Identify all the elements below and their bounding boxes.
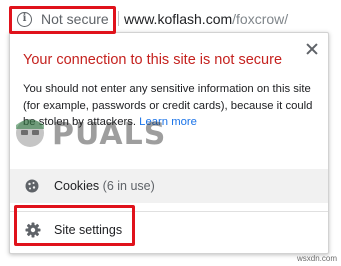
cookies-text: Cookies xyxy=(54,179,100,193)
url-path: /foxcrow/ xyxy=(232,11,289,27)
cookies-row[interactable]: Cookies (6 in use) xyxy=(10,169,328,203)
cookie-icon xyxy=(25,179,39,193)
cookies-count: (6 in use) xyxy=(102,179,155,193)
close-icon[interactable] xyxy=(305,42,319,56)
cookies-label: Cookies (6 in use) xyxy=(54,179,155,193)
chip-divider xyxy=(118,11,119,26)
highlight-box-site-settings xyxy=(14,205,135,246)
url-host: www.koflash.com xyxy=(124,11,233,27)
watermark-text: PUALS xyxy=(52,117,167,152)
site-credit: wsxdn.com xyxy=(296,254,337,263)
url-field[interactable]: www.koflash.com/foxcrow/ xyxy=(124,11,288,27)
popup-title: Your connection to this site is not secu… xyxy=(23,52,283,68)
highlight-box-not-secure xyxy=(9,6,116,34)
